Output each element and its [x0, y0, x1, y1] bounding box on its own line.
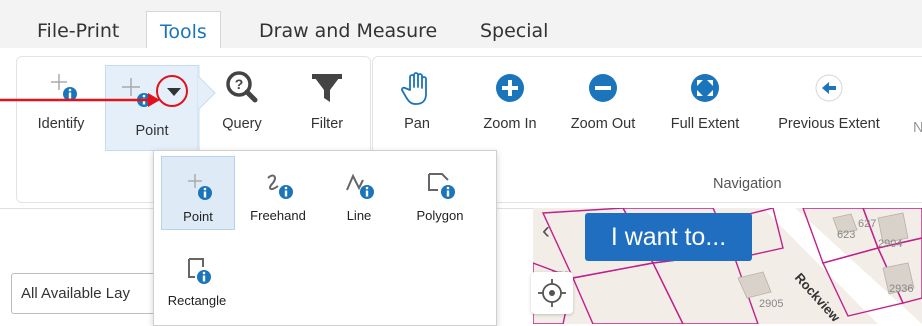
- hand-icon: [392, 62, 442, 114]
- draw-polygon-item[interactable]: Polygon: [404, 156, 476, 228]
- tab-tools[interactable]: Tools: [146, 11, 221, 50]
- zoom-in-icon: [475, 62, 545, 114]
- i-want-to-button[interactable]: I want to...: [585, 213, 752, 261]
- panel-collapse-icon[interactable]: ‹: [530, 215, 562, 247]
- parcel-number: 623: [837, 229, 856, 241]
- filter-icon: [297, 62, 357, 114]
- polygon-icon: [404, 156, 476, 204]
- point-label: Point: [135, 123, 169, 139]
- pan-label: Pan: [404, 116, 430, 132]
- previous-extent-icon: [770, 62, 888, 114]
- zoom-in-button[interactable]: Zoom In: [475, 62, 545, 132]
- point-icon: [162, 157, 234, 205]
- rectangle-icon: [161, 241, 233, 289]
- tab-draw-and-measure[interactable]: Draw and Measure: [259, 14, 437, 48]
- point-tool-dropdown: Point Freehand Line Polygon Rectangle: [153, 150, 497, 326]
- parcel-number: 627: [858, 218, 877, 230]
- parcel-number: 2904: [878, 238, 903, 250]
- draw-rectangle-item[interactable]: Rectangle: [161, 241, 233, 313]
- tab-file-print[interactable]: File-Print: [37, 14, 119, 48]
- annotation-arrow-icon: [0, 93, 160, 107]
- zoom-out-icon: [565, 62, 641, 114]
- full-extent-icon: [665, 62, 745, 114]
- identify-label: Identify: [37, 116, 85, 132]
- tab-bar: File-Print Tools Draw and Measure Specia…: [0, 0, 922, 50]
- draw-point-label: Point: [183, 209, 213, 224]
- query-label: Query: [222, 116, 262, 132]
- next-extent-label-partial[interactable]: N: [913, 120, 922, 136]
- parcel-number: 2905: [759, 298, 784, 310]
- query-icon: ?: [212, 62, 272, 114]
- draw-freehand-label: Freehand: [250, 208, 306, 223]
- draw-freehand-item[interactable]: Freehand: [242, 156, 314, 228]
- full-extent-label: Full Extent: [670, 116, 740, 132]
- filter-button[interactable]: Filter: [297, 62, 357, 132]
- navigation-group-label: Navigation: [713, 176, 782, 192]
- previous-extent-button[interactable]: Previous Extent: [770, 62, 888, 132]
- line-icon: [323, 156, 395, 204]
- previous-extent-label: Previous Extent: [778, 116, 880, 132]
- tab-special[interactable]: Special: [480, 14, 548, 48]
- draw-point-item[interactable]: Point: [161, 156, 235, 230]
- parcel-number: 2936: [889, 283, 914, 295]
- pan-button[interactable]: Pan: [392, 62, 442, 132]
- filter-label: Filter: [310, 116, 344, 132]
- svg-text:?: ?: [235, 76, 244, 92]
- draw-line-label: Line: [346, 208, 372, 223]
- zoom-out-label: Zoom Out: [570, 116, 636, 132]
- zoom-out-button[interactable]: Zoom Out: [565, 62, 641, 132]
- full-extent-button[interactable]: Full Extent: [665, 62, 745, 132]
- draw-rectangle-label: Rectangle: [167, 293, 227, 308]
- draw-line-item[interactable]: Line: [323, 156, 395, 228]
- zoom-in-label: Zoom In: [483, 116, 537, 132]
- query-button[interactable]: ? Query: [212, 62, 272, 132]
- crosshair-icon: [538, 279, 566, 307]
- locate-button[interactable]: [531, 272, 573, 314]
- freehand-icon: [242, 156, 314, 204]
- draw-polygon-label: Polygon: [416, 208, 464, 223]
